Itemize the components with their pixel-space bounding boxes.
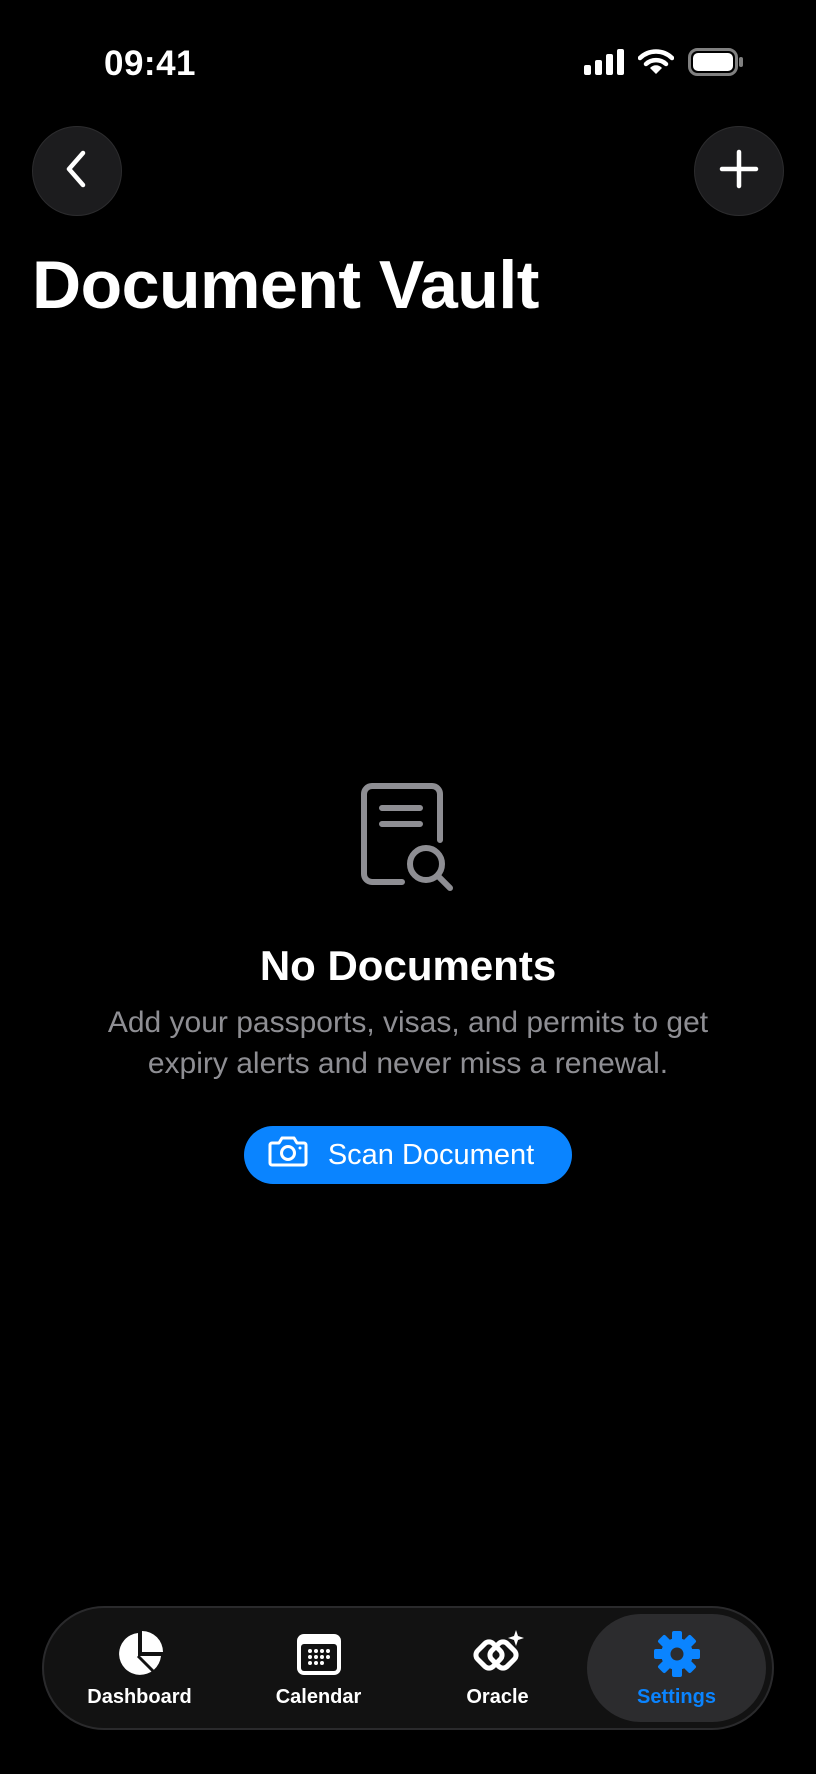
tab-bar: Dashboard Calendar Oracle Settings — [42, 1606, 774, 1730]
wifi-icon — [637, 49, 675, 80]
status-time: 09:41 — [104, 44, 197, 83]
tab-oracle[interactable]: Oracle — [408, 1614, 587, 1722]
document-search-icon — [358, 780, 458, 896]
screen: 09:41 Document Vault No Documents Add yo… — [0, 0, 816, 1774]
tab-settings-label: Settings — [637, 1685, 716, 1708]
tab-oracle-label: Oracle — [466, 1685, 529, 1708]
sparkle-link-icon — [472, 1628, 524, 1680]
camera-icon — [268, 1135, 308, 1175]
empty-state-title: No Documents — [259, 942, 557, 989]
tab-settings[interactable]: Settings — [587, 1614, 766, 1722]
add-document-button[interactable] — [694, 126, 784, 216]
status-bar: 09:41 — [0, 0, 816, 120]
scan-document-button[interactable]: Scan Document — [243, 1126, 573, 1184]
cellular-signal-icon — [584, 49, 624, 80]
tab-dashboard[interactable]: Dashboard — [50, 1614, 229, 1722]
scan-document-label: Scan Document — [327, 1138, 535, 1171]
plus-icon — [719, 149, 759, 194]
empty-state-description: Add your passports, visas, and permits t… — [107, 1006, 709, 1080]
page-title: Document Vault — [32, 247, 539, 323]
tab-dashboard-label: Dashboard — [87, 1685, 192, 1708]
tab-calendar-label: Calendar — [275, 1685, 362, 1708]
calendar-icon — [293, 1628, 345, 1680]
battery-icon — [688, 48, 744, 81]
empty-state: No Documents Add your passports, visas, … — [0, 780, 816, 1184]
status-icons — [584, 48, 744, 81]
gear-icon — [651, 1628, 703, 1680]
chevron-left-icon — [62, 149, 92, 194]
back-button[interactable] — [32, 126, 122, 216]
pie-chart-icon — [114, 1628, 166, 1680]
tab-calendar[interactable]: Calendar — [229, 1614, 408, 1722]
